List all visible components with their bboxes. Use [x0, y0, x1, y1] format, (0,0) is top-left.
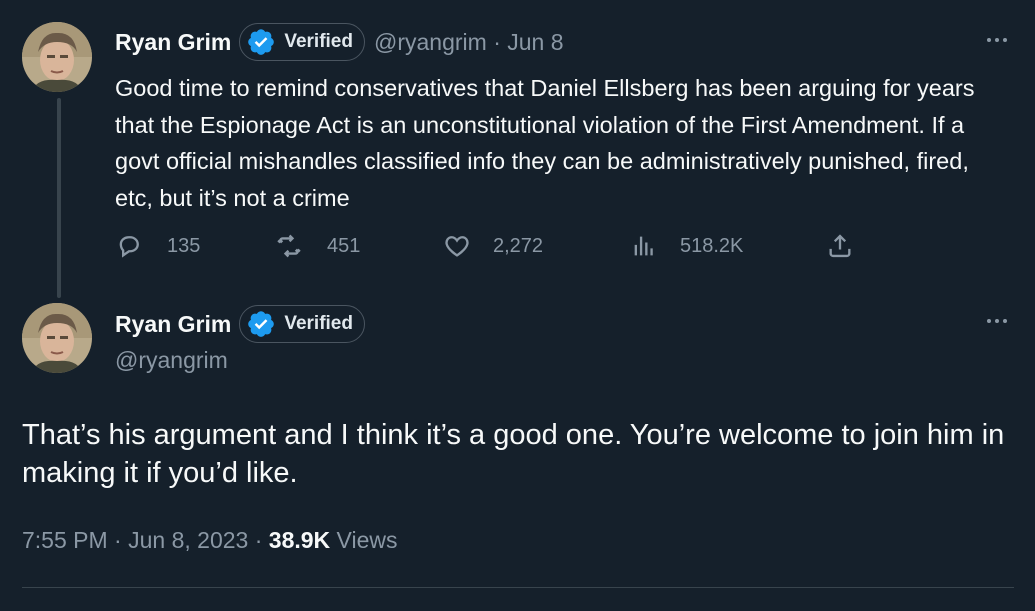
reply-button[interactable]: 135 — [115, 228, 200, 264]
handle[interactable]: @ryangrim — [115, 347, 228, 374]
tweet-text: That’s his argument and I think it’s a g… — [22, 419, 1005, 489]
repost-icon — [277, 234, 301, 258]
repost-button[interactable]: 451 — [275, 228, 360, 264]
verified-label: Verified — [284, 31, 353, 52]
tweet2-header: Ryan Grim Verified — [115, 304, 365, 344]
views-count: 38.9K — [268, 527, 331, 553]
avatar[interactable] — [22, 22, 92, 92]
verified-badge-icon — [248, 29, 275, 55]
tweet-text: Good time to remind conservatives that D… — [115, 75, 975, 211]
views-count: 518.2K — [680, 234, 744, 257]
separator: · — [254, 527, 263, 553]
tweet-date[interactable]: Jun 8 — [507, 29, 563, 55]
tweet-thread: Ryan Grim Verified @ryangrim · Jun 8 Goo… — [0, 0, 1035, 611]
views-button[interactable]: 518.2K — [630, 228, 743, 264]
more-icon[interactable] — [980, 311, 1014, 331]
handle[interactable]: @ryangrim — [374, 29, 487, 55]
views-icon — [634, 236, 653, 256]
display-name[interactable]: Ryan Grim — [115, 29, 231, 56]
like-count: 2,272 — [493, 234, 544, 257]
verified-pill[interactable]: Verified — [239, 23, 365, 61]
verified-badge-icon — [248, 311, 275, 337]
separator: · — [493, 28, 501, 55]
tweet1-header: Ryan Grim Verified @ryangrim · Jun 8 — [115, 22, 564, 62]
divider — [22, 587, 1014, 588]
like-icon — [445, 236, 469, 257]
avatar[interactable] — [22, 303, 92, 373]
more-icon[interactable] — [980, 30, 1014, 50]
share-icon — [829, 234, 851, 258]
repost-count: 451 — [327, 234, 361, 257]
tweet-date[interactable]: Jun 8, 2023 — [128, 527, 248, 553]
display-name[interactable]: Ryan Grim — [115, 311, 231, 338]
thread-connector — [57, 98, 61, 298]
handle-date: @ryangrim · Jun 8 — [374, 29, 564, 56]
timestamp-row: 7:55 PM · Jun 8, 2023 · 38.9K Views — [22, 527, 397, 554]
reply-count: 135 — [167, 234, 201, 257]
tweet-time[interactable]: 7:55 PM — [22, 527, 108, 553]
verified-pill[interactable]: Verified — [239, 305, 365, 343]
separator: · — [114, 527, 122, 553]
share-button[interactable] — [826, 228, 854, 264]
verified-label: Verified — [284, 313, 353, 334]
like-button[interactable]: 2,272 — [443, 228, 543, 264]
reply-icon — [119, 236, 139, 258]
views-label: Views — [336, 527, 398, 553]
